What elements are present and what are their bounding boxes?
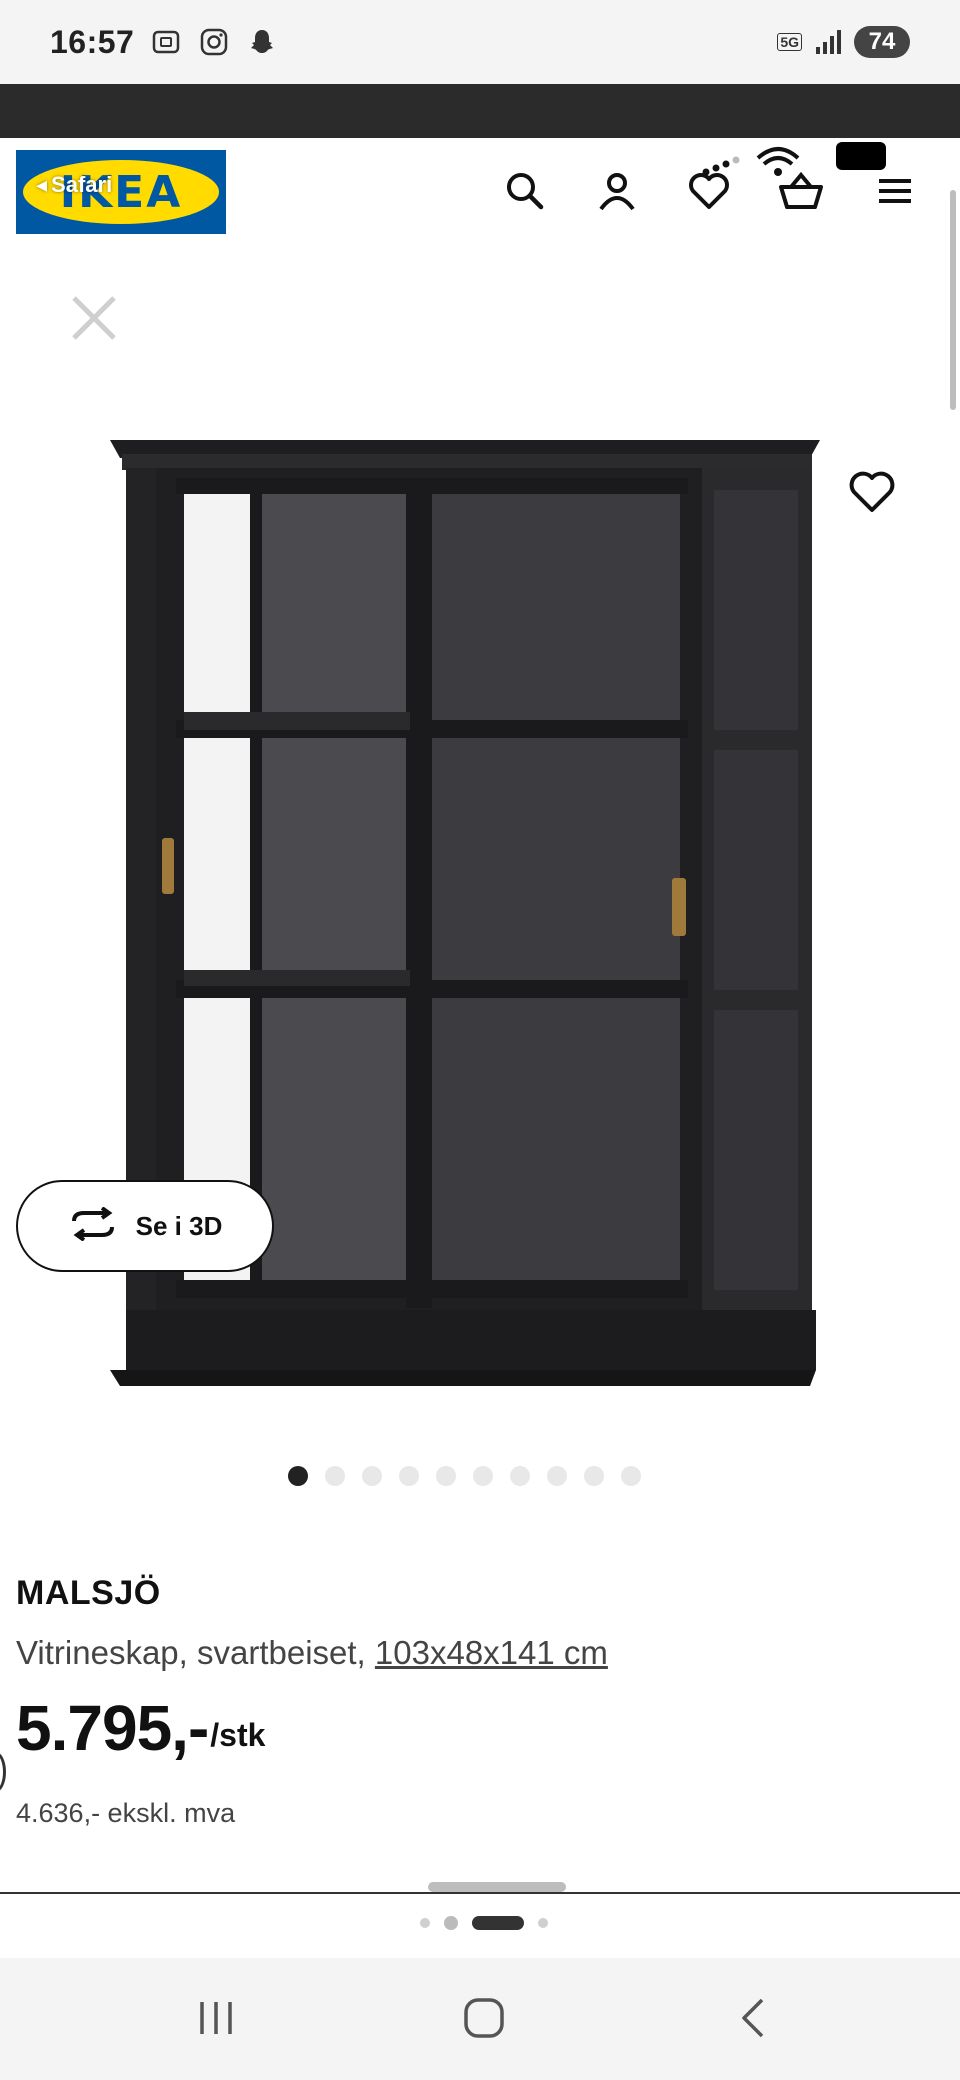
screen-page-indicator (420, 1916, 548, 1930)
divider (0, 1892, 960, 1894)
site-header: IKEA ◂ Safari (0, 138, 960, 248)
page-dot (420, 1918, 430, 1928)
gallery-dot[interactable] (325, 1466, 345, 1486)
see-in-3d-label: Se i 3D (135, 1210, 223, 1241)
product-name: MALSJÖ (16, 1574, 161, 1612)
gallery-pagination[interactable] (288, 1466, 641, 1486)
see-in-3d-button[interactable]: Se i 3D (16, 1180, 274, 1272)
gallery-dot[interactable] (399, 1466, 419, 1486)
cart-icon[interactable] (776, 166, 826, 216)
product-description: Vitrineskap, svartbeiset, 103x48x141 cm (16, 1634, 608, 1672)
back-arrow-icon: ◂ (36, 172, 48, 197)
favorites-icon[interactable] (684, 166, 734, 216)
price-ex-vat: 4.636,- ekskl. mva (16, 1798, 236, 1828)
product-price: 5.795,- /stk (16, 1696, 265, 1760)
instagram-icon (198, 26, 230, 58)
account-icon[interactable] (592, 166, 642, 216)
status-bar: 16:57 5G 74 (0, 0, 960, 84)
gallery-dot[interactable] (510, 1466, 530, 1486)
page-dot (444, 1916, 458, 1930)
safari-back-button[interactable]: ◂ Safari (36, 172, 112, 198)
sheet-grab-handle[interactable] (428, 1882, 566, 1892)
home-icon[interactable] (452, 1986, 516, 2050)
page-dot (538, 1918, 548, 1928)
screenshot-icon (150, 26, 182, 58)
price-value: 5.795,- (16, 1692, 209, 1764)
close-icon[interactable] (66, 290, 122, 346)
product-type: Vitrineskap, svartbeiset, (16, 1634, 375, 1671)
navigation-bar (0, 1958, 960, 2080)
snapchat-icon (246, 26, 278, 58)
signal-icon (812, 26, 844, 58)
gallery-dot[interactable] (436, 1466, 456, 1486)
search-icon[interactable] (500, 166, 550, 216)
rotate-3d-icon (68, 1205, 118, 1246)
safari-back-label: Safari (51, 172, 113, 197)
page-scrollbar[interactable] (950, 190, 956, 410)
recent-apps-icon[interactable] (184, 1986, 248, 2050)
status-time: 16:57 (50, 23, 135, 60)
gallery-dot[interactable] (362, 1466, 382, 1486)
product-dimensions-link[interactable]: 103x48x141 cm (375, 1634, 608, 1671)
network-type: 5G (777, 33, 802, 51)
browser-chrome-band (0, 84, 960, 138)
back-icon[interactable] (722, 1986, 786, 2050)
product-favorite-icon[interactable] (846, 466, 898, 518)
battery-indicator: 74 (854, 26, 910, 58)
gallery-dot[interactable] (547, 1466, 567, 1486)
gallery-dot[interactable] (584, 1466, 604, 1486)
menu-icon[interactable] (870, 166, 920, 216)
gallery-dot[interactable] (473, 1466, 493, 1486)
page-dot-active (472, 1916, 524, 1930)
price-unit: /stk (210, 1717, 266, 1753)
edge-control (0, 1752, 6, 1792)
gallery-dot[interactable] (288, 1466, 308, 1486)
gallery-dot[interactable] (621, 1466, 641, 1486)
